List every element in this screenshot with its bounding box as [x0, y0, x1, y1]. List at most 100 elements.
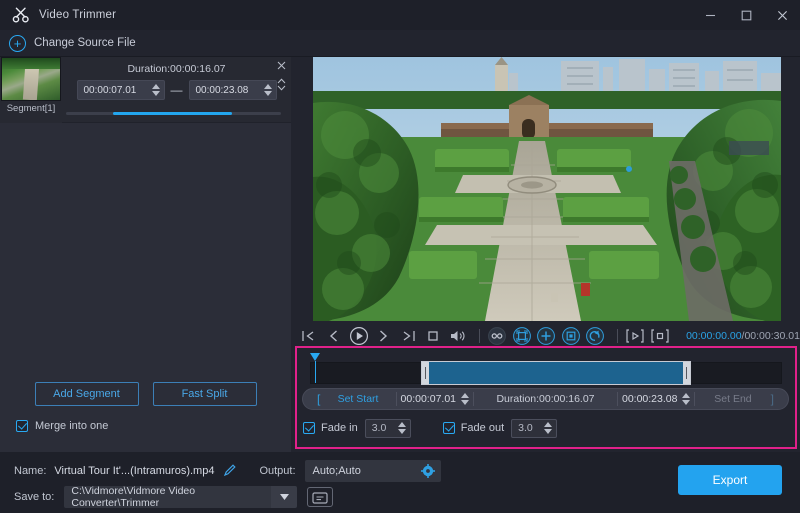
volume-icon[interactable] [447, 325, 468, 347]
segment-name: Segment[1] [7, 103, 56, 114]
output-format-select[interactable]: Auto;Auto [305, 460, 441, 482]
title-bar: Video Trimmer [0, 0, 800, 30]
name-output-row: Name: Virtual Tour It'...(Intramuros).mp… [14, 460, 441, 482]
trim-end-arrows[interactable] [682, 393, 690, 405]
arrow-up-icon[interactable] [264, 84, 272, 89]
chevron-down-icon[interactable] [271, 486, 297, 508]
stop-icon[interactable] [422, 325, 443, 347]
arrow-up-icon[interactable] [461, 393, 469, 398]
close-button[interactable] [764, 0, 800, 30]
fade-in-value: 3.0 [366, 422, 397, 434]
video-preview[interactable] [313, 57, 781, 321]
jump-to-end-icon[interactable] [398, 325, 419, 347]
arrow-up-icon[interactable] [152, 84, 160, 89]
segment-end-value: 00:00:23.08 [190, 85, 263, 96]
file-name-value: Virtual Tour It'...(Intramuros).mp4 [54, 465, 214, 477]
fade-in-label: Fade in [321, 422, 358, 434]
segment-body: Duration:00:00:16.07 00:00:07.01 — 00:00… [62, 57, 291, 122]
output-format-value: Auto;Auto [305, 465, 361, 477]
fast-split-button[interactable]: Fast Split [153, 382, 257, 406]
timecode-display: 00:00:00.00/00:00:30.01 [686, 330, 800, 342]
playhead[interactable] [310, 353, 321, 385]
next-frame-icon[interactable] [373, 325, 394, 347]
segment-actions: Add Segment Fast Split [0, 382, 291, 406]
save-path-input[interactable]: C:\Vidmore\Vidmore Video Converter\Trimm… [64, 486, 271, 508]
segment-end-arrows[interactable] [263, 81, 276, 99]
segment-start-value: 00:00:07.01 [78, 85, 151, 96]
save-to-label: Save to: [14, 491, 54, 503]
arrow-up-icon[interactable] [544, 422, 552, 427]
jump-to-start-icon[interactable] [299, 325, 320, 347]
minimize-button[interactable] [692, 0, 728, 30]
segment-progress-fill [113, 112, 231, 115]
save-to-row: Save to: C:\Vidmore\Vidmore Video Conver… [14, 486, 333, 508]
copy-segment-icon[interactable] [561, 325, 582, 347]
change-source-label: Change Source File [34, 37, 136, 49]
maximize-button[interactable] [728, 0, 764, 30]
trim-start-arrows[interactable] [461, 393, 469, 405]
fade-out-arrows[interactable] [543, 422, 556, 434]
gear-icon[interactable] [421, 464, 435, 478]
fade-in-checkbox[interactable] [303, 422, 315, 434]
arrow-down-icon[interactable] [682, 400, 690, 405]
name-label: Name: [14, 465, 46, 477]
export-button[interactable]: Export [678, 465, 782, 495]
arrow-down-icon[interactable] [544, 429, 552, 434]
preview-segment-icon[interactable] [625, 325, 646, 347]
end-bracket-icon: ] [771, 392, 774, 406]
segment-progress-bar[interactable] [66, 112, 281, 115]
trim-end-stepper[interactable]: 00:00:23.08 [618, 388, 694, 410]
toolbar-divider [479, 329, 480, 343]
arrow-up-icon[interactable] [398, 422, 406, 427]
undo-icon[interactable] [585, 325, 606, 347]
fade-in-arrows[interactable] [397, 422, 410, 434]
play-icon[interactable] [348, 325, 369, 347]
fade-out-checkbox[interactable] [443, 422, 455, 434]
merge-into-one-label: Merge into one [35, 420, 108, 432]
selection-handle-left[interactable] [422, 362, 429, 384]
current-time: 00:00:00.00 [686, 330, 741, 342]
fade-control-row: Fade in 3.0 Fade out 3.0 [303, 417, 557, 439]
pencil-icon[interactable] [223, 463, 237, 480]
set-start-button[interactable]: Set Start [320, 393, 395, 405]
merge-into-one-checkbox[interactable] [16, 420, 28, 432]
arrow-down-icon[interactable] [264, 91, 272, 96]
playhead-stem [315, 361, 317, 383]
segment-end-stepper[interactable]: 00:00:23.08 [189, 80, 277, 100]
set-end-button[interactable]: Set End [695, 393, 770, 405]
segment-card[interactable]: Segment[1] Duration:00:00:16.07 00:00:07… [0, 57, 291, 123]
trim-end-value: 00:00:23.08 [622, 393, 677, 405]
crop-icon[interactable] [511, 325, 532, 347]
arrow-down-icon[interactable] [152, 91, 160, 96]
fade-out-stepper[interactable]: 3.0 [511, 419, 557, 438]
trim-start-value: 00:00:07.01 [401, 393, 456, 405]
arrow-down-icon[interactable] [461, 400, 469, 405]
total-time: 00:00:30.01 [744, 330, 799, 342]
preview-output-icon[interactable] [649, 325, 670, 347]
fade-out-label: Fade out [461, 422, 504, 434]
selection-handle-right[interactable] [683, 362, 690, 384]
preview-panel: 00:00:00.00/00:00:30.01 [ Set Start 00:0… [291, 57, 800, 452]
previous-frame-icon[interactable] [324, 325, 345, 347]
merge-into-one-row[interactable]: Merge into one [16, 420, 108, 432]
output-label: Output: [259, 465, 295, 477]
add-segment-icon[interactable] [536, 325, 557, 347]
segment-thumbnail-wrap: Segment[1] [0, 57, 62, 123]
segment-start-stepper[interactable]: 00:00:07.01 [77, 80, 165, 100]
browse-folder-button[interactable] [307, 487, 333, 507]
add-segment-button[interactable]: Add Segment [35, 382, 139, 406]
arrow-down-icon[interactable] [398, 429, 406, 434]
arrow-up-icon[interactable] [682, 393, 690, 398]
save-path-value: C:\Vidmore\Vidmore Video Converter\Trimm… [64, 485, 271, 509]
timeline[interactable] [301, 353, 791, 385]
timeline-selection[interactable] [421, 361, 691, 385]
playback-toolbar: 00:00:00.00/00:00:30.01 [291, 322, 800, 349]
segment-start-arrows[interactable] [151, 81, 164, 99]
fade-in-stepper[interactable]: 3.0 [365, 419, 411, 438]
chevron-up-down-icon[interactable] [277, 78, 286, 94]
split-icon[interactable] [487, 325, 508, 347]
trim-start-stepper[interactable]: 00:00:07.01 [397, 388, 473, 410]
change-source-bar[interactable]: + Change Source File [0, 30, 800, 57]
close-icon[interactable] [277, 61, 286, 73]
segment-list-panel: Segment[1] Duration:00:00:16.07 00:00:07… [0, 57, 291, 452]
